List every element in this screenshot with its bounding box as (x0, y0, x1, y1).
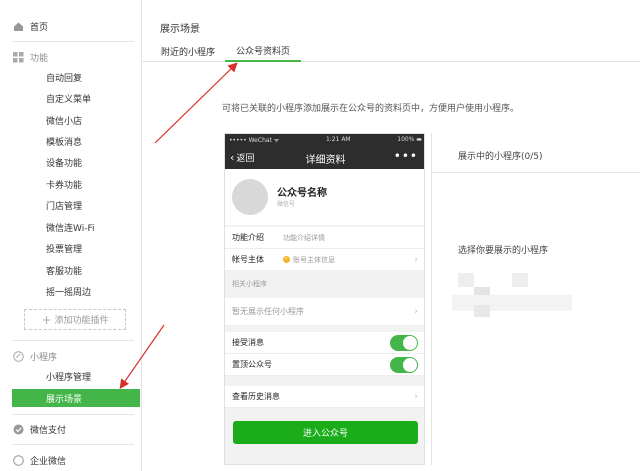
sidebar-divider (12, 444, 134, 445)
sidebar-divider (12, 41, 134, 42)
sidebar-item-label: 门店管理 (46, 201, 83, 212)
sidebar-section-features: 功能 (0, 47, 142, 67)
sidebar-item-label: 自动回复 (46, 73, 83, 84)
sidebar-divider (12, 414, 134, 415)
receive-messages-row: 接受消息 (225, 332, 424, 354)
sidebar-item-display-scenes[interactable]: 展示场景 (12, 389, 140, 407)
battery-text: 100% ▬ (397, 136, 422, 143)
pin-account-label: 置顶公众号 (232, 360, 272, 369)
pin-account-row: 置顶公众号 (225, 354, 424, 376)
sidebar-item-template-messages[interactable]: 模板消息 (12, 132, 140, 150)
pin-account-toggle[interactable] (390, 357, 418, 373)
page-title: 展示场景 (160, 24, 200, 35)
showing-count-label: 展示中的小程序(0/5) (458, 152, 543, 162)
more-icon[interactable]: ••• (394, 149, 418, 163)
tab-bar: 附近的小程序 公众号资料页 (142, 40, 640, 62)
phone-nav-bar: ‹ 返回 详细资料 ••• (225, 145, 424, 169)
history-row[interactable]: 查看历史消息 › (225, 386, 424, 408)
blurred-item[interactable] (452, 295, 572, 311)
account-id: 微信号 (277, 201, 296, 208)
sidebar-item-label: 展示场景 (46, 394, 83, 405)
intro-row[interactable]: 功能介绍 功能介绍详情 (225, 227, 424, 249)
sidebar-item-label: 微信小店 (46, 116, 83, 127)
chevron-right-icon: › (414, 254, 418, 265)
account-profile-card: 公众号名称 微信号 (225, 169, 424, 225)
blurred-item[interactable] (474, 305, 490, 317)
sidebar-section-miniprogram: 小程序 (0, 346, 142, 366)
sidebar-wechat-pay-label: 微信支付 (30, 425, 67, 436)
add-plugin-label: 添加功能插件 (54, 316, 109, 326)
sidebar-home-label: 首页 (30, 22, 49, 33)
sidebar: 首页 功能 自动回复 自定义菜单 微信小店 模板消息 设备功能 卡券功能 门店管… (0, 0, 142, 471)
sidebar-wechat-pay[interactable]: 微信支付 (0, 419, 142, 439)
related-miniprogram-label: 相关小程序 (232, 280, 267, 288)
tab-nearby-miniprograms[interactable]: 附近的小程序 (156, 40, 220, 62)
sidebar-features-label: 功能 (30, 53, 49, 64)
sidebar-item-miniprogram-management[interactable]: 小程序管理 (12, 367, 140, 385)
blurred-item[interactable] (512, 273, 528, 287)
avatar (232, 179, 268, 215)
sidebar-item-wifi[interactable]: 微信连Wi-Fi (12, 218, 140, 236)
sidebar-item-label: 微信连Wi-Fi (46, 223, 95, 234)
phone-status-bar: ••••• WeChat ᯤ 1:21 AM 100% ▬ (225, 134, 424, 145)
sidebar-item-label: 模板消息 (46, 137, 83, 148)
no-miniprogram-row[interactable]: 暂无展示任何小程序 › (225, 298, 424, 326)
sidebar-item-device[interactable]: 设备功能 (12, 153, 140, 171)
carrier-text: ••••• WeChat ᯤ (229, 136, 280, 144)
choose-miniprogram-label: 选择你要展示的小程序 (458, 246, 549, 256)
sidebar-item-coupons[interactable]: 卡券功能 (12, 175, 140, 193)
sidebar-item-label: 小程序管理 (46, 372, 92, 383)
sidebar-item-auto-reply[interactable]: 自动回复 (12, 68, 140, 86)
no-miniprogram-text: 暂无展示任何小程序 (232, 307, 304, 316)
miniprogram-icon (12, 350, 24, 362)
wechat-pay-icon (12, 423, 24, 435)
sidebar-miniprogram-label: 小程序 (30, 352, 58, 363)
sidebar-item-shake[interactable]: 摇一摇周边 (12, 282, 140, 300)
miniprogram-config-panel: 展示中的小程序(0/5) 选择你要展示的小程序 (431, 133, 640, 465)
enter-account-button[interactable]: 进入公众号 (233, 421, 418, 444)
sidebar-item-customer-service[interactable]: 客服功能 (12, 261, 140, 279)
receive-messages-label: 接受消息 (232, 338, 264, 347)
add-plugin-button[interactable]: + 添加功能插件 (24, 309, 126, 330)
plus-icon: + (41, 312, 52, 327)
sidebar-enterprise-wechat-label: 企业微信 (30, 456, 67, 467)
sidebar-item-wechat-store[interactable]: 微信小店 (12, 111, 140, 129)
sidebar-item-label: 摇一摇周边 (46, 287, 92, 298)
enterprise-wechat-icon (12, 454, 24, 466)
sidebar-item-label: 设备功能 (46, 158, 83, 169)
page-description: 可将已关联的小程序添加展示在公众号的资料页中，方便用户使用小程序。 (222, 104, 520, 114)
sidebar-item-custom-menu[interactable]: 自定义菜单 (12, 89, 140, 107)
receive-messages-toggle[interactable] (390, 335, 418, 351)
sidebar-item-label: 客服功能 (46, 266, 83, 277)
panel-divider (432, 172, 640, 173)
home-icon (12, 20, 24, 32)
sidebar-item-label: 卡券功能 (46, 180, 83, 191)
sidebar-item-voting[interactable]: 投票管理 (12, 239, 140, 257)
subject-value: 账号主体信息 (293, 255, 335, 264)
sidebar-item-label: 自定义菜单 (46, 94, 92, 105)
subject-row[interactable]: 帐号主体 ✓ 账号主体信息 › (225, 249, 424, 271)
subject-label: 帐号主体 (232, 255, 264, 264)
sidebar-home[interactable]: 首页 (0, 16, 142, 36)
sidebar-enterprise-wechat[interactable]: 企业微信 (0, 450, 142, 470)
chevron-right-icon: › (414, 391, 418, 402)
verified-icon: ✓ (283, 256, 290, 263)
sidebar-divider (12, 340, 134, 341)
grid-icon (12, 51, 24, 63)
blurred-item[interactable] (458, 273, 474, 287)
subject-value-wrap: ✓ 账号主体信息 (283, 255, 335, 265)
status-time: 1:21 AM (325, 136, 351, 143)
account-name: 公众号名称 (277, 188, 327, 199)
intro-value: 功能介绍详情 (283, 233, 325, 242)
sidebar-item-label: 投票管理 (46, 244, 83, 255)
sidebar-item-stores[interactable]: 门店管理 (12, 196, 140, 214)
intro-label: 功能介绍 (232, 233, 264, 242)
phone-preview: ••••• WeChat ᯤ 1:21 AM 100% ▬ ‹ 返回 详细资料 … (224, 133, 425, 465)
history-label: 查看历史消息 (232, 392, 280, 401)
chevron-right-icon: › (414, 306, 418, 317)
tab-account-profile[interactable]: 公众号资料页 (225, 40, 301, 62)
